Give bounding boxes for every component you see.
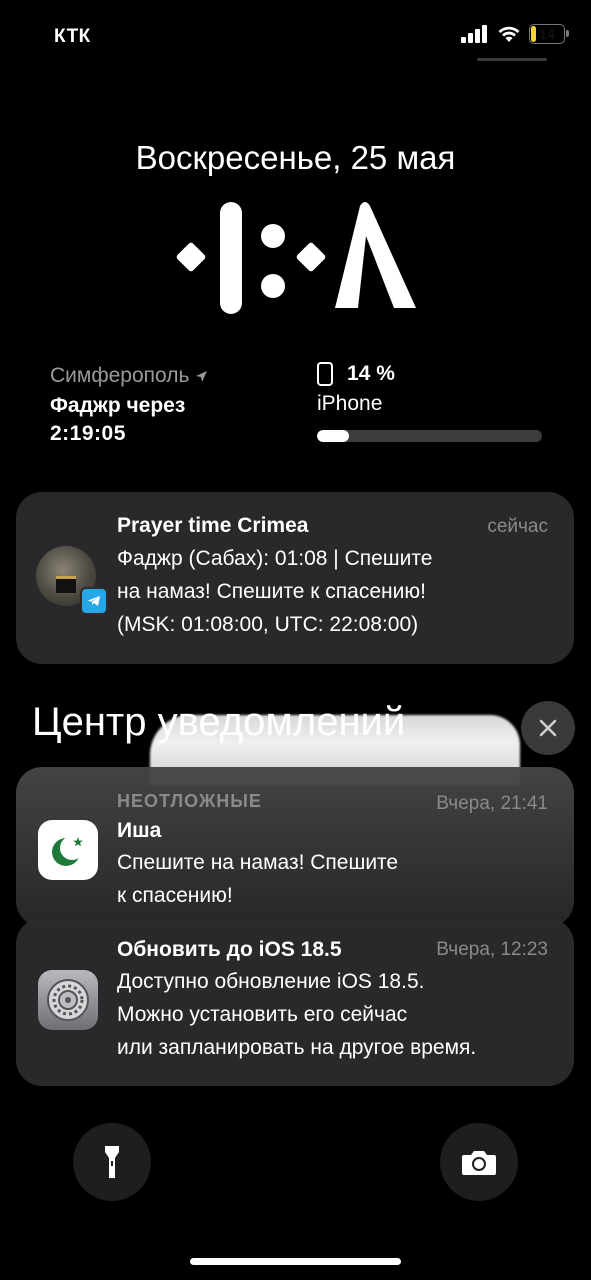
flashlight-icon bbox=[105, 1146, 119, 1178]
lock-clock-art bbox=[176, 202, 416, 314]
notification-line: или запланировать на другое время. bbox=[117, 1036, 477, 1059]
notification-line: (MSK: 01:08:00, UTC: 22:08:00) bbox=[117, 613, 419, 636]
notification-line: Спешите на намаз! Спешите bbox=[117, 851, 399, 874]
notification-line: Доступно обновление iOS 18.5. bbox=[117, 970, 425, 993]
notification-telegram[interactable]: Prayer time Crimea сейчас Фаджр (Сабах):… bbox=[16, 492, 574, 664]
notification-line: Фаджр (Сабах): 01:08 | Спешите bbox=[117, 547, 433, 570]
prayer-countdown: 2:19:05 bbox=[50, 422, 126, 445]
notification-app-name: Prayer time Crimea bbox=[117, 514, 309, 537]
clear-notifications-button[interactable] bbox=[521, 701, 575, 755]
battery-progress bbox=[317, 430, 542, 442]
notification-title: Иша bbox=[117, 819, 162, 842]
wifi-icon bbox=[498, 26, 520, 42]
notification-time: Вчера, 21:41 bbox=[436, 793, 548, 814]
notification-line: к спасению! bbox=[117, 884, 233, 907]
notification-time: Вчера, 12:23 bbox=[436, 939, 548, 960]
battery-icon: 14 bbox=[529, 24, 569, 44]
settings-app-icon bbox=[38, 970, 98, 1030]
status-icons: 14 bbox=[461, 24, 569, 44]
notification-line: Можно установить его сейчас bbox=[117, 1003, 408, 1026]
close-icon bbox=[539, 719, 557, 737]
camera-icon bbox=[462, 1151, 496, 1175]
notification-isha[interactable]: НЕОТЛОЖНЫЕ Вчера, 21:41 Иша Спешите на н… bbox=[16, 767, 574, 927]
carrier-name: КТК bbox=[54, 26, 91, 47]
battery-level: 14 bbox=[539, 26, 555, 42]
notification-title: Обновить до iOS 18.5 bbox=[117, 938, 342, 961]
prayer-label: Фаджр через bbox=[50, 394, 186, 417]
iphone-icon bbox=[317, 362, 333, 386]
prayer-app-icon bbox=[38, 820, 98, 880]
battery-widget[interactable]: 14 % iPhone bbox=[317, 362, 543, 442]
home-indicator[interactable] bbox=[190, 1258, 401, 1265]
location-arrow-icon bbox=[196, 370, 208, 382]
prayer-city: Симферополь bbox=[50, 364, 190, 387]
notification-center-title: Центр уведомлений bbox=[32, 700, 406, 744]
prayer-widget[interactable]: Симферополь Фаджр через 2:19:05 bbox=[50, 364, 208, 446]
battery-percent: 14 % bbox=[347, 362, 395, 385]
crescent-star-icon bbox=[52, 836, 84, 866]
flashlight-button[interactable] bbox=[73, 1123, 151, 1201]
notification-tag: НЕОТЛОЖНЫЕ bbox=[117, 791, 262, 811]
camera-button[interactable] bbox=[440, 1123, 518, 1201]
cellular-signal-icon bbox=[461, 25, 487, 43]
battery-device-name: iPhone bbox=[317, 392, 383, 415]
gear-icon bbox=[47, 979, 89, 1021]
telegram-icon bbox=[80, 587, 108, 615]
status-underline bbox=[477, 58, 547, 61]
lock-date: Воскресенье, 25 мая bbox=[135, 139, 456, 176]
notification-time: сейчас bbox=[487, 516, 548, 537]
notification-ios-update[interactable]: Обновить до iOS 18.5 Вчера, 12:23 Доступ… bbox=[16, 918, 574, 1086]
notification-line: на намаз! Спешите к спасению! bbox=[117, 580, 426, 603]
